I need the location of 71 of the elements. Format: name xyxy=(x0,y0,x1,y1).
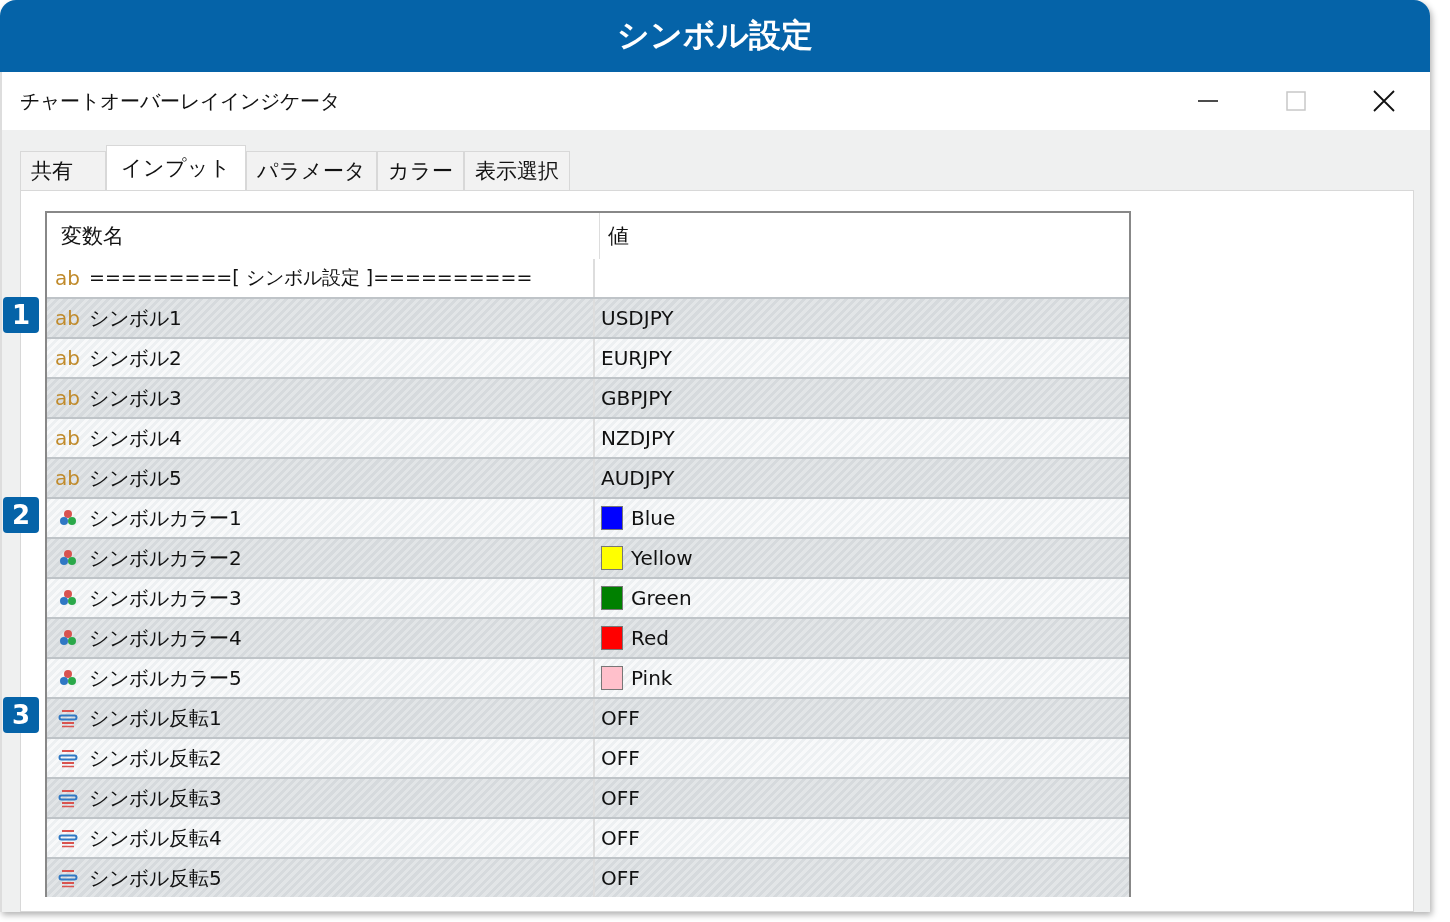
column-header[interactable]: 変数名 xyxy=(47,213,599,259)
table-cell: シンボル5 xyxy=(89,464,182,492)
table-row[interactable]: ab シンボル4 NZDJPY xyxy=(47,417,1129,457)
circles-icon xyxy=(58,668,78,688)
table-row[interactable]: ab シンボル2 EURJPY xyxy=(47,337,1129,377)
table-row[interactable]: シンボルカラー3 Green xyxy=(47,577,1129,617)
table-row[interactable]: シンボルカラー2 Yellow xyxy=(47,537,1129,577)
table-cell: シンボルカラー3 xyxy=(89,584,242,612)
table-cell: シンボル反転4 xyxy=(89,824,222,852)
type-label: ab xyxy=(55,306,81,330)
number-badge: 1 xyxy=(3,297,39,333)
type-label: ab xyxy=(55,466,81,490)
tab[interactable]: パラメータ xyxy=(246,151,377,190)
circles-icon xyxy=(58,508,78,528)
table-cell-text: =========[ シンボル設定 ]========== xyxy=(89,265,533,290)
table-cell: シンボル反転3 xyxy=(89,784,222,812)
close-icon[interactable] xyxy=(1372,89,1396,113)
table-cell: EURJPY xyxy=(601,346,672,370)
table-cell: Blue xyxy=(631,506,676,530)
table-cell: シンボル反転5 xyxy=(89,864,222,892)
table-cell: シンボル3 xyxy=(89,384,182,412)
table-row[interactable]: シンボル反転4 OFF xyxy=(47,817,1129,857)
table-cell: NZDJPY xyxy=(601,426,675,450)
lines-icon xyxy=(58,788,78,808)
circles-icon xyxy=(58,548,78,568)
number-badge: 2 xyxy=(3,497,39,533)
table-cell: Red xyxy=(631,626,669,650)
tab[interactable]: 共有 xyxy=(20,151,106,190)
table-row[interactable]: シンボルカラー4 Red xyxy=(47,617,1129,657)
table-cell: シンボルカラー5 xyxy=(89,664,242,692)
tab[interactable]: 表示選択 xyxy=(464,151,570,190)
table-cell: OFF xyxy=(601,706,640,730)
table-row[interactable]: シンボル反転3 OFF xyxy=(47,777,1129,817)
table-row[interactable]: シンボル反転2 OFF xyxy=(47,737,1129,777)
table-cell: シンボルカラー2 xyxy=(89,544,242,572)
tab[interactable]: インプット xyxy=(106,145,246,190)
table-cell: シンボルカラー4 xyxy=(89,624,242,652)
lines-icon xyxy=(58,748,78,768)
table-cell: OFF xyxy=(601,866,640,890)
banner-title: シンボル設定 xyxy=(617,15,813,56)
table-cell: OFF xyxy=(601,826,640,850)
lines-icon xyxy=(58,868,78,888)
table-cell: GBPJPY xyxy=(601,386,672,410)
type-label: ab xyxy=(55,266,81,290)
type-label: ab xyxy=(55,386,81,410)
table-cell: シンボル2 xyxy=(89,344,182,372)
table-cell: シンボル4 xyxy=(89,424,182,452)
table-cell: シンボル1 xyxy=(89,304,182,332)
table-cell: AUDJPY xyxy=(601,466,675,490)
table-row[interactable]: シンボルカラー5 Pink xyxy=(47,657,1129,697)
type-label: ab xyxy=(55,346,81,370)
table-cell: Green xyxy=(631,586,692,610)
number-badge: 3 xyxy=(3,697,39,733)
table-cell: シンボルカラー1 xyxy=(89,504,242,532)
type-label: ab xyxy=(55,426,81,450)
table-cell: OFF xyxy=(601,786,640,810)
table-cell: Yellow xyxy=(631,546,693,570)
table-cell: Pink xyxy=(631,666,673,690)
table-row[interactable]: ab シンボル5 AUDJPY xyxy=(47,457,1129,497)
tab[interactable]: カラー xyxy=(377,151,464,190)
circles-icon xyxy=(58,628,78,648)
window-title: チャートオーバーレイインジケータ xyxy=(20,87,340,115)
table-cell: シンボル反転2 xyxy=(89,744,222,772)
circles-icon xyxy=(58,588,78,608)
lines-icon xyxy=(58,708,78,728)
table-cell: OFF xyxy=(601,746,640,770)
table-cell: USDJPY xyxy=(601,306,674,330)
table-row[interactable]: ab シンボル3 GBPJPY xyxy=(47,377,1129,417)
lines-icon xyxy=(58,828,78,848)
table-cell: シンボル反転1 xyxy=(89,704,222,732)
table-row[interactable]: シンボル反転5 OFF xyxy=(47,857,1129,897)
